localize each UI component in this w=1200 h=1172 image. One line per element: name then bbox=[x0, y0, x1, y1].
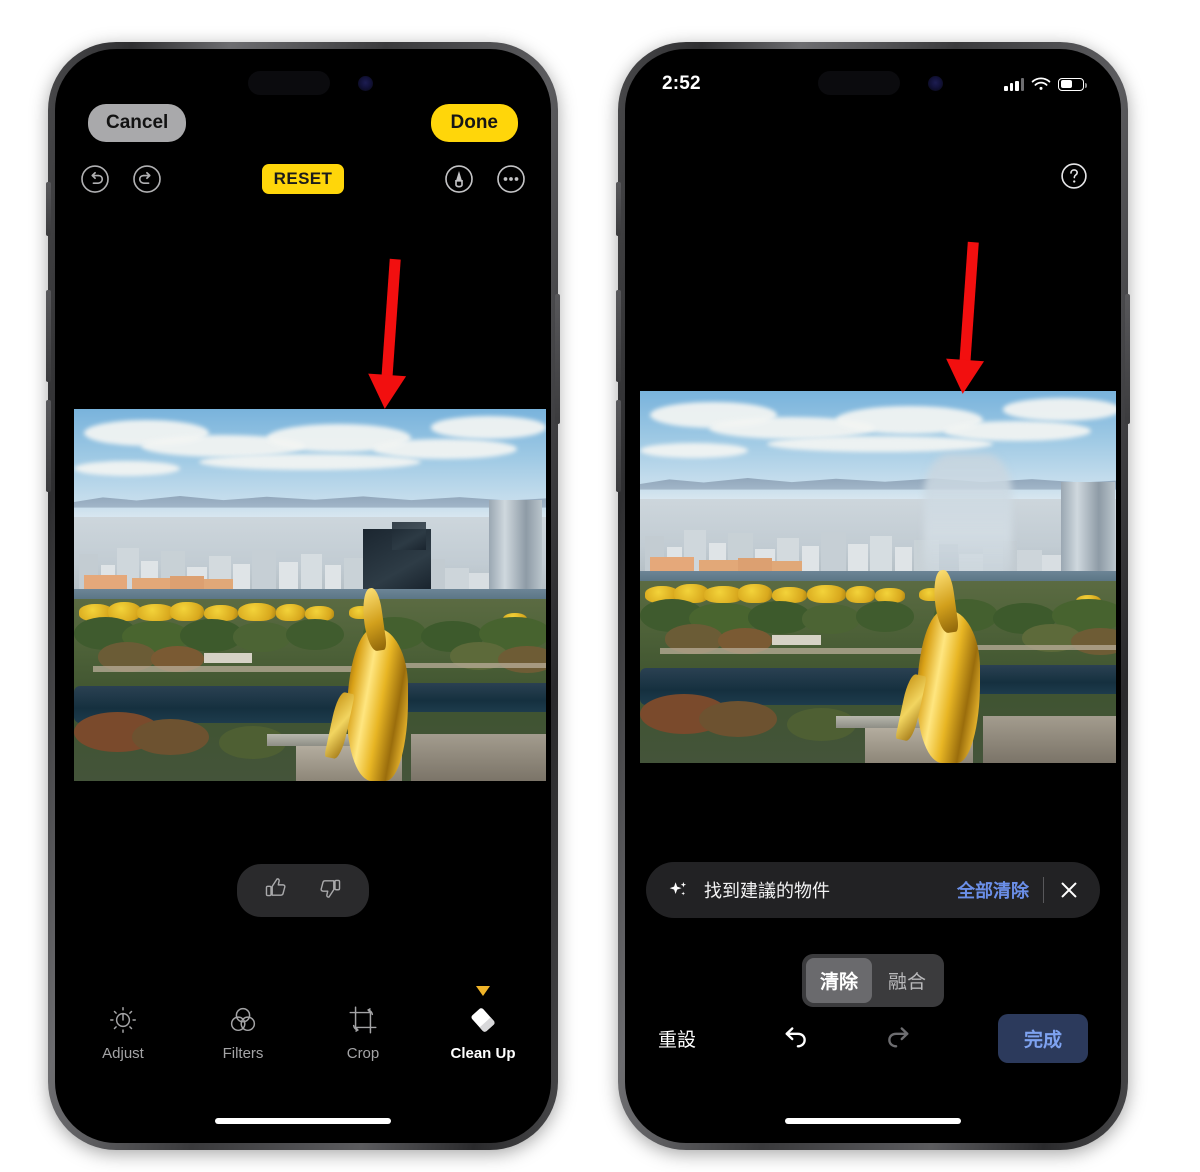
dynamic-island-pill bbox=[248, 71, 330, 95]
redo-icon[interactable] bbox=[132, 164, 162, 194]
shachihoko-ornament-after bbox=[894, 568, 998, 763]
edit-mode-tabs: Adjust Filters Crop Clean Up bbox=[60, 986, 546, 1062]
undo-redo-group-right bbox=[781, 1021, 913, 1056]
volume-down-button-right[interactable] bbox=[616, 400, 621, 492]
red-down-arrow-annotation-right bbox=[943, 241, 994, 396]
tab-clean-up-label: Clean Up bbox=[450, 1045, 516, 1062]
tab-clean-up[interactable]: Clean Up bbox=[445, 986, 521, 1062]
suggestion-bar: 找到建議的物件 全部清除 bbox=[646, 862, 1100, 918]
bezel-left: Cancel Done RESET Adjust Filters Crop Cl… bbox=[55, 49, 551, 1143]
home-indicator-right[interactable] bbox=[785, 1118, 961, 1124]
suggestion-message: 找到建議的物件 bbox=[704, 881, 830, 901]
markup-more-group bbox=[444, 164, 526, 194]
phone-left: Cancel Done RESET Adjust Filters Crop Cl… bbox=[46, 42, 560, 1150]
photo-canvas-before bbox=[74, 409, 546, 781]
home-indicator-left[interactable] bbox=[215, 1118, 391, 1124]
tab-adjust[interactable]: Adjust bbox=[85, 1003, 161, 1062]
segment-blend[interactable]: 融合 bbox=[874, 958, 940, 1003]
cleanup-mode-segmented: 清除 融合 bbox=[801, 954, 945, 1007]
volume-down-button[interactable] bbox=[46, 400, 51, 492]
close-x-icon[interactable] bbox=[1058, 879, 1080, 901]
action-button[interactable] bbox=[46, 182, 51, 236]
done-button[interactable]: Done bbox=[430, 104, 518, 142]
editor-bottom-bar: 重設 完成 bbox=[630, 1013, 1116, 1063]
status-indicators bbox=[1004, 77, 1087, 91]
tab-adjust-label: Adjust bbox=[102, 1045, 144, 1062]
tab-filters-label: Filters bbox=[222, 1045, 264, 1062]
cellular-bars-icon bbox=[1004, 77, 1024, 91]
action-button-right[interactable] bbox=[616, 182, 621, 236]
wifi-icon bbox=[1031, 77, 1051, 90]
power-button[interactable] bbox=[555, 294, 560, 424]
reset-button-cn[interactable]: 重設 bbox=[658, 1025, 696, 1052]
dynamic-island bbox=[248, 71, 373, 95]
battery-icon bbox=[1058, 77, 1087, 91]
front-camera-icon bbox=[358, 75, 373, 91]
done-button-cn[interactable]: 完成 bbox=[997, 1013, 1088, 1063]
comparison-screenshot: Cancel Done RESET Adjust Filters Crop Cl… bbox=[0, 0, 1200, 1172]
cleaned-area-smudge bbox=[924, 454, 1013, 589]
markup-pen-icon[interactable] bbox=[444, 164, 474, 194]
tab-filters[interactable]: Filters bbox=[205, 1003, 281, 1062]
clear-all-button[interactable]: 全部清除 bbox=[957, 877, 1029, 903]
photo-before[interactable] bbox=[74, 409, 546, 781]
shachihoko-ornament bbox=[324, 586, 425, 781]
red-down-arrow-annotation bbox=[365, 258, 415, 411]
status-bar: 2:52 bbox=[630, 69, 1116, 99]
volume-up-button-right[interactable] bbox=[616, 290, 621, 382]
phone-right: 2:52 找到建議的物件 全部清除 清除 融合 重設 完成 bbox=[616, 42, 1130, 1150]
photo-after[interactable] bbox=[640, 391, 1116, 763]
undo-arrow-icon[interactable] bbox=[781, 1021, 811, 1056]
feedback-pill bbox=[237, 864, 369, 917]
status-time: 2:52 bbox=[662, 73, 701, 94]
redo-arrow-icon[interactable] bbox=[883, 1021, 913, 1056]
tab-crop[interactable]: Crop bbox=[325, 1003, 401, 1062]
thumbs-down-icon[interactable] bbox=[317, 875, 343, 906]
thumbs-up-icon[interactable] bbox=[263, 875, 289, 906]
screen-left: Cancel Done RESET Adjust Filters Crop Cl… bbox=[60, 54, 546, 1138]
undo-redo-group bbox=[80, 164, 162, 194]
suggestion-divider bbox=[1043, 877, 1044, 903]
power-button-right[interactable] bbox=[1125, 294, 1130, 424]
photo-canvas-after bbox=[640, 391, 1116, 763]
tab-crop-label: Crop bbox=[346, 1045, 380, 1062]
screen-right: 2:52 找到建議的物件 全部清除 清除 融合 重設 完成 bbox=[630, 54, 1116, 1138]
editor-top-bar: Cancel Done bbox=[60, 100, 546, 146]
more-ellipsis-icon[interactable] bbox=[496, 164, 526, 194]
undo-icon[interactable] bbox=[80, 164, 110, 194]
question-mark-circle-icon[interactable] bbox=[1060, 162, 1088, 190]
volume-up-button[interactable] bbox=[46, 290, 51, 382]
cancel-button[interactable]: Cancel bbox=[88, 104, 187, 142]
bezel-right: 2:52 找到建議的物件 全部清除 清除 融合 重設 完成 bbox=[625, 49, 1121, 1143]
editor-tool-row: RESET bbox=[60, 158, 546, 200]
segment-clear[interactable]: 清除 bbox=[805, 958, 872, 1003]
sparkle-icon bbox=[669, 882, 687, 896]
clean-up-new-badge-icon bbox=[476, 986, 490, 996]
reset-button[interactable]: RESET bbox=[261, 164, 345, 194]
